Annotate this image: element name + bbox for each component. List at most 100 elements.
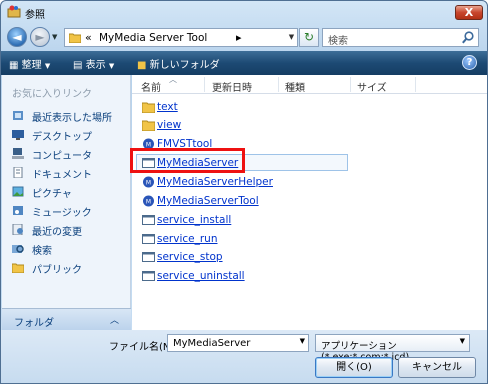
nav-item-recent-changes[interactable]: 最近の変更 xyxy=(10,222,128,238)
nav-item-pictures[interactable]: ピクチャ xyxy=(10,184,128,200)
recent-places-icon xyxy=(13,111,23,120)
organize-label: 整理 xyxy=(21,60,42,71)
folder-icon xyxy=(69,33,81,43)
nav-item-recent-places[interactable]: 最近表示した場所 xyxy=(10,108,128,124)
views-icon: ▤ xyxy=(73,60,83,71)
back-arrow-icon: ◄ xyxy=(12,30,22,44)
nav-item-label: ピクチャ xyxy=(32,189,72,200)
documents-icon xyxy=(13,167,23,178)
dialog-footer: ファイル名(N): MyMediaServer ▼ アプリケーション (*.ex… xyxy=(1,330,487,383)
file-name: service_run xyxy=(157,233,218,245)
organize-button[interactable]: ▦ 整理 ▼ xyxy=(9,56,50,71)
chevron-up-icon: ︿ xyxy=(110,316,120,326)
column-divider[interactable] xyxy=(278,77,279,92)
address-bar[interactable]: « MyMedia Server Tool ▸ ▼ xyxy=(64,28,298,47)
open-button[interactable]: 開く(O) xyxy=(315,357,393,378)
nav-item-label: ドキュメント xyxy=(32,170,92,181)
back-button[interactable]: ◄ xyxy=(7,27,27,47)
address-dropdown-icon[interactable]: ▼ xyxy=(285,29,298,46)
file-name: MyMediaServerHelper xyxy=(157,176,273,188)
file-row-service-stop[interactable]: service_stop xyxy=(139,248,359,266)
file-name: service_install xyxy=(157,214,232,226)
filename-value: MyMediaServer xyxy=(173,338,251,349)
new-folder-button[interactable]: ■ 新しいフォルダ xyxy=(137,56,220,71)
filename-input[interactable]: MyMediaServer ▼ xyxy=(167,334,309,352)
column-modified[interactable]: 更新日時 xyxy=(212,79,252,94)
file-open-dialog: 参照 X ◄ ► ▼ « MyMedia Server Tool ▸ ▼ ↻ 検… xyxy=(0,0,488,384)
search-icon[interactable] xyxy=(462,31,474,44)
file-list: 名前 ︿ 更新日時 種類 サイズ text view M FMVSTtool M… xyxy=(132,75,487,330)
app-icon xyxy=(7,5,21,18)
close-button[interactable]: X xyxy=(455,5,483,20)
favorite-links-header: お気に入りリンク xyxy=(12,89,92,100)
file-row-service-run[interactable]: service_run xyxy=(139,230,359,248)
nav-item-desktop[interactable]: デスクトップ xyxy=(10,127,128,143)
executable-icon xyxy=(142,271,155,281)
nav-item-label: ミュージック xyxy=(32,208,92,219)
file-row-service-uninstall[interactable]: service_uninstall xyxy=(139,267,359,285)
nav-item-documents[interactable]: ドキュメント xyxy=(10,165,128,181)
nav-item-public[interactable]: パブリック xyxy=(10,260,128,276)
column-divider[interactable] xyxy=(415,77,416,92)
search-input[interactable]: 検索 xyxy=(322,28,479,47)
nav-item-label: 最近の変更 xyxy=(32,227,82,238)
column-divider[interactable] xyxy=(204,77,205,92)
history-dropdown-icon[interactable]: ▼ xyxy=(52,33,57,41)
file-name: MyMediaServerTool xyxy=(157,195,259,207)
computer-icon xyxy=(12,148,24,159)
svg-text:M: M xyxy=(146,199,151,206)
chevron-down-icon[interactable]: ▼ xyxy=(300,337,305,345)
mymedia-app-icon: M xyxy=(143,176,154,188)
column-type[interactable]: 種類 xyxy=(285,79,305,94)
folders-label: フォルダ xyxy=(14,318,54,329)
nav-item-label: コンピュータ xyxy=(32,151,92,162)
address-overflow-icon[interactable]: « xyxy=(85,31,92,44)
search-placeholder: 検索 xyxy=(328,36,348,47)
nav-item-label: 検索 xyxy=(32,246,52,257)
navigation-pane: お気に入りリンク 最近表示した場所 デスクトップ コンピュータ ドキュメント ピ… xyxy=(2,75,131,330)
cancel-button[interactable]: キャンセル xyxy=(398,357,476,378)
nav-item-music[interactable]: ミュージック xyxy=(10,203,128,219)
column-divider[interactable] xyxy=(350,77,351,92)
column-name[interactable]: 名前 xyxy=(141,79,161,94)
nav-item-computer[interactable]: コンピュータ xyxy=(10,146,128,162)
file-row-view[interactable]: view xyxy=(139,116,359,134)
folder-icon xyxy=(142,120,155,131)
executable-icon xyxy=(142,215,155,225)
path-arrow-icon[interactable]: ▸ xyxy=(236,31,242,44)
file-row-text[interactable]: text xyxy=(139,98,359,116)
forward-button[interactable]: ► xyxy=(30,27,50,47)
file-name: text xyxy=(157,101,178,113)
column-size[interactable]: サイズ xyxy=(357,79,387,94)
nav-item-search[interactable]: 検索 xyxy=(10,241,128,257)
file-name: service_uninstall xyxy=(157,270,245,282)
help-icon[interactable]: ? xyxy=(462,55,477,70)
new-folder-icon: ■ xyxy=(137,60,147,71)
folder-icon xyxy=(142,102,155,113)
views-button[interactable]: ▤ 表示 ▼ xyxy=(73,56,114,71)
refresh-icon: ↻ xyxy=(303,30,315,44)
sort-arrow-icon: ︿ xyxy=(169,75,177,84)
file-name: service_stop xyxy=(157,251,223,263)
mymedia-app-icon: M xyxy=(143,195,154,207)
nav-item-label: パブリック xyxy=(32,265,82,276)
address-row: ◄ ► ▼ « MyMedia Server Tool ▸ ▼ ↻ 検索 xyxy=(1,25,487,51)
svg-text:M: M xyxy=(146,180,151,187)
public-folder-icon xyxy=(12,263,24,273)
chevron-down-icon: ▼ xyxy=(44,62,51,70)
organize-icon: ▦ xyxy=(9,60,19,71)
folders-toggle[interactable]: フォルダ ︿ xyxy=(2,308,131,330)
file-type-select[interactable]: アプリケーション (*.exe;*.com;*.icd) ▼ xyxy=(315,334,470,363)
views-label: 表示 xyxy=(85,60,106,71)
recent-changes-icon xyxy=(12,224,23,235)
file-row-service-install[interactable]: service_install xyxy=(139,211,359,229)
search-folder-icon xyxy=(12,245,24,253)
address-path[interactable]: MyMedia Server Tool xyxy=(99,32,207,44)
title-bar: 参照 X xyxy=(1,1,487,25)
chevron-down-icon[interactable]: ▼ xyxy=(460,337,465,345)
executable-icon xyxy=(142,234,155,244)
nav-item-label: デスクトップ xyxy=(32,132,92,143)
refresh-button[interactable]: ↻ xyxy=(299,28,319,47)
file-row-mymediaserverhelper[interactable]: M MyMediaServerHelper xyxy=(139,173,359,191)
file-row-mymediaservertool[interactable]: M MyMediaServerTool xyxy=(139,192,359,210)
